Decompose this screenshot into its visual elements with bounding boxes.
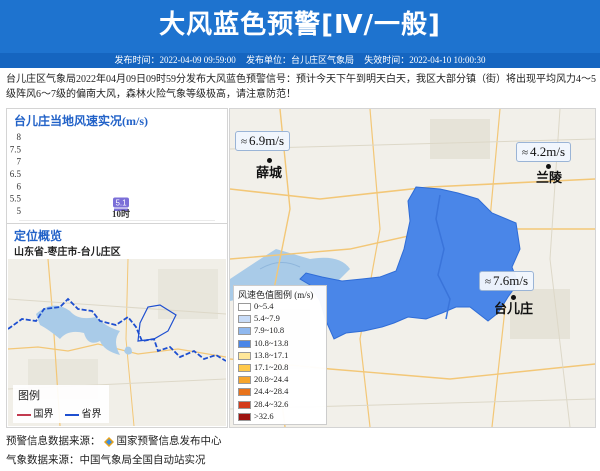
scale-item: 10.8~13.8 xyxy=(238,338,288,348)
y-tick-label: 6 xyxy=(17,181,22,191)
scale-label: 17.1~20.8 xyxy=(254,362,289,372)
scale-label: 5.4~7.9 xyxy=(254,313,280,324)
location-title: 定位概览 xyxy=(14,229,63,243)
scale-item: 20.8~24.4 xyxy=(238,374,289,385)
scale-swatch xyxy=(238,327,251,336)
station-badge-3[interactable]: ≈7.6m/s xyxy=(479,271,535,291)
y-tick-label: 6.5 xyxy=(10,169,22,179)
map-legend-title: 图例 xyxy=(18,390,40,402)
location-path: 山东省-枣庄市-台儿庄区 xyxy=(14,247,121,258)
legend-item-national-border: 国界 xyxy=(17,405,54,420)
warning-center-logo-icon xyxy=(103,436,114,447)
scale-item: 28.4~32.6 xyxy=(238,399,288,409)
wind-icon: ≈ xyxy=(241,136,248,148)
scale-label: 0~5.4 xyxy=(254,301,274,311)
weather-source: 气象数据来源：中国气象局全国自动站实况 xyxy=(6,455,206,466)
scale-swatch xyxy=(238,351,251,360)
left-panel: 台儿庄当地风速实况(m/s) 8 7.5 7 6.5 6 5.5 5 5.1 10时 定位概览 … xyxy=(6,108,228,428)
y-tick-label: 5.5 xyxy=(10,194,22,204)
scale-item: 0~5.4 xyxy=(238,301,274,312)
wind-chart-title: 台儿庄当地风速实况(m/s) xyxy=(14,114,148,128)
map-legend: 图例 国界 省界 xyxy=(13,385,109,423)
scale-label: >32.6 xyxy=(254,410,274,421)
station-badge-2[interactable]: ≈4.2m/s xyxy=(516,142,572,162)
scale-label: 10.8~13.8 xyxy=(254,337,289,348)
scale-label: 7.9~10.8 xyxy=(254,325,285,336)
x-tick-label: 10时 xyxy=(112,208,130,219)
city-label-3: 台儿庄 xyxy=(494,302,534,317)
publisher: 发布单位：台儿庄区气象局 xyxy=(245,55,354,65)
warning-description: 台儿庄区气象局2022年04月09日09时59分发布大风蓝色预警信号：预计今天下… xyxy=(6,74,596,100)
wind-color-scale: 风速色值图例 (m/s) 0~5.4 5.4~7.9 7.9~10.8 10.8~13… xyxy=(233,285,327,425)
scale-swatch xyxy=(238,364,251,373)
scale-item: >32.6 xyxy=(238,411,274,421)
wind-icon: ≈ xyxy=(485,276,492,288)
scale-swatch xyxy=(238,412,251,421)
warning-source: 预警信息数据来源： 国家预警信息发布中心 xyxy=(6,433,222,448)
scale-label: 28.4~32.6 xyxy=(254,398,289,409)
y-tick-label: 7.5 xyxy=(10,144,22,154)
wind-icon: ≈ xyxy=(522,147,529,159)
scale-item: 24.4~28.4 xyxy=(238,386,289,397)
scale-label: 24.4~28.4 xyxy=(254,386,289,397)
data-label: 5.1 xyxy=(115,199,127,208)
warning-source-label: 预警信息数据来源： xyxy=(6,436,101,447)
scale-label: 20.8~24.4 xyxy=(254,374,289,385)
wind-speed-chart: 8 7.5 7 6.5 6 5.5 5 5.110时 xyxy=(10,132,215,221)
warning-banner: 大风蓝色预警[Ⅳ/一般] xyxy=(0,0,600,53)
scale-swatch xyxy=(238,376,251,385)
publish-time: 发布时间：2022-04-09 09:59:00 xyxy=(114,55,236,65)
scale-item: 7.9~10.8 xyxy=(238,325,285,336)
scale-item: 17.1~20.8 xyxy=(238,362,289,373)
legend-item-provincial-border: 省界 xyxy=(65,405,102,420)
scale-swatch xyxy=(238,400,251,409)
warning-title: 大风蓝色预警[Ⅳ/一般] xyxy=(159,10,441,40)
station-badge-1[interactable]: ≈6.9m/s xyxy=(235,131,291,151)
warning-source-name[interactable]: 国家预警信息发布中心 xyxy=(117,436,222,447)
y-tick-label: 5 xyxy=(17,206,22,216)
y-tick-label: 7 xyxy=(17,157,22,167)
scale-swatch xyxy=(238,315,251,324)
y-tick-label: 8 xyxy=(17,132,22,142)
scale-item: 5.4~7.9 xyxy=(238,313,280,324)
warning-area-map[interactable]: ≈6.9m/s 薛城 ≈4.2m/s 兰陵 ≈7.6m/s 台儿庄 风速色值图例… xyxy=(229,108,596,428)
warning-meta-bar: 发布时间：2022-04-09 09:59:00 发布单位：台儿庄区气象局 失效… xyxy=(0,53,600,68)
scale-item: 13.8~17.1 xyxy=(238,350,288,360)
scale-swatch xyxy=(238,303,251,312)
city-label-1: 薛城 xyxy=(256,166,283,181)
scale-label: 13.8~17.1 xyxy=(254,349,289,360)
expire-time: 失效时间：2022-04-10 10:00:30 xyxy=(364,55,486,65)
scale-swatch xyxy=(238,339,251,348)
city-label-2: 兰陵 xyxy=(536,171,563,186)
panel-divider xyxy=(7,223,227,224)
wind-color-scale-title: 风速色值图例 (m/s) xyxy=(238,290,314,300)
scale-swatch xyxy=(238,388,251,397)
